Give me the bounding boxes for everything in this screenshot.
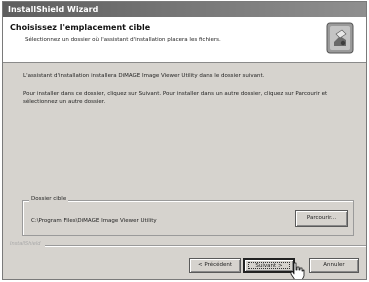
- destination-folder-path: C:\Program Files\DiMAGE Image Viewer Uti…: [31, 218, 157, 224]
- installer-box-icon: [326, 22, 354, 54]
- focus-rectangle: [248, 262, 290, 269]
- destination-folder-label: Dossier cible: [29, 196, 69, 202]
- back-button[interactable]: < Précédent: [189, 258, 241, 273]
- install-location-text: L'assistant d'installation installera Di…: [23, 73, 265, 79]
- wizard-header: Choisissez l'emplacement cible Sélection…: [3, 17, 366, 63]
- instructions-text: Pour installer dans ce dossier, cliquez …: [23, 91, 328, 105]
- hand-cursor-icon: [290, 262, 305, 279]
- browse-button[interactable]: Parcourir...: [295, 210, 348, 227]
- installshield-wizard-window: InstallShield Wizard Choisissez l'emplac…: [2, 1, 367, 280]
- footer-divider: [45, 245, 366, 247]
- cancel-button[interactable]: Annuler: [309, 258, 359, 273]
- installshield-brand: InstallShield: [10, 241, 41, 247]
- header-description: Sélectionnez un dossier où l'assistant d…: [25, 37, 221, 43]
- header-title: Choisissez l'emplacement cible: [10, 23, 151, 32]
- next-button[interactable]: Suivant >: [243, 258, 295, 273]
- window-title: InstallShield Wizard: [3, 2, 366, 17]
